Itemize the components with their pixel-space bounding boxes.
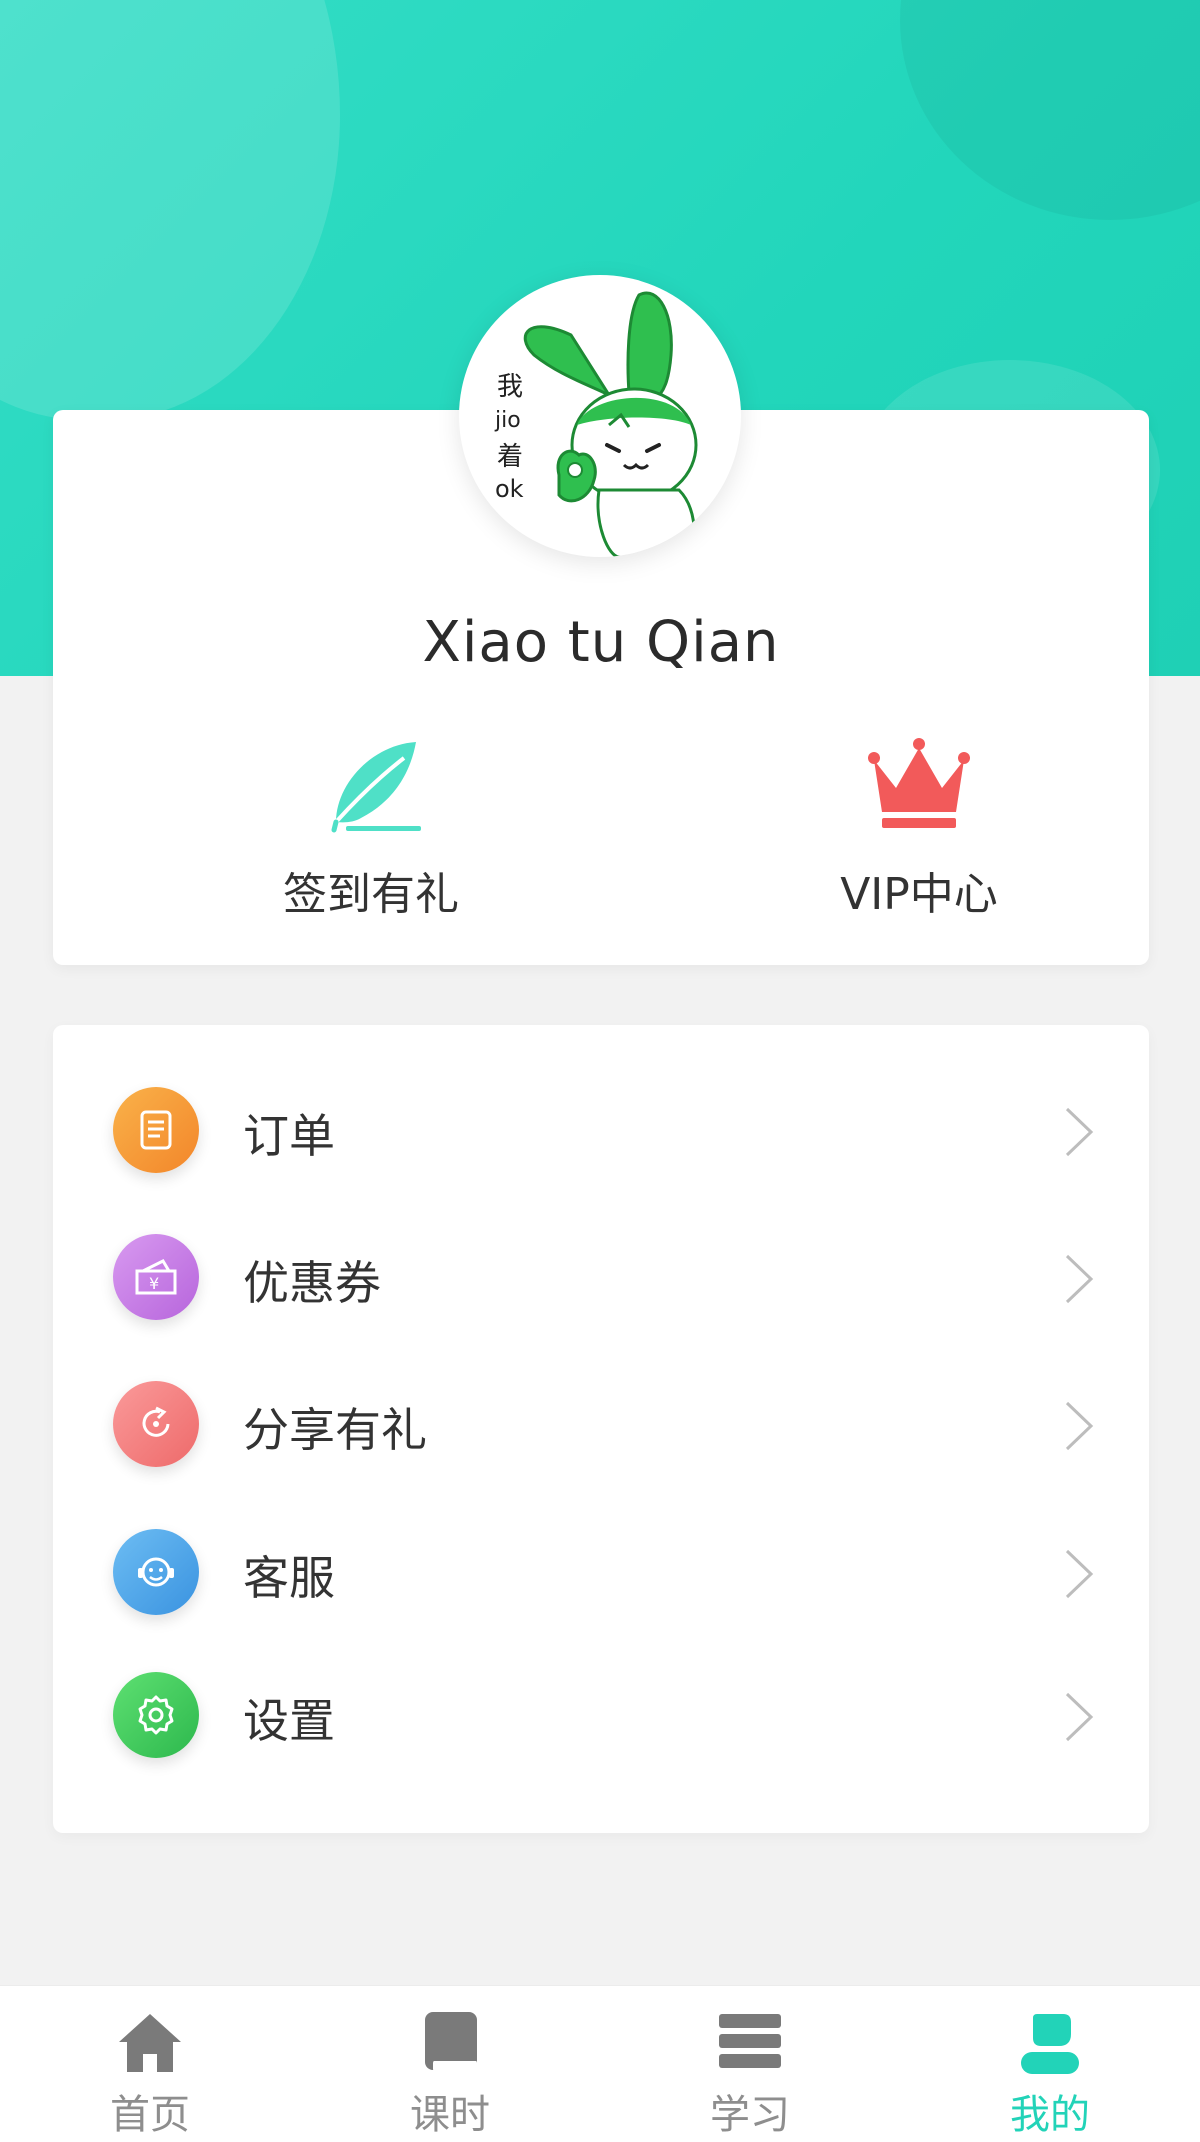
home-icon bbox=[119, 2014, 181, 2072]
chevron-right-icon bbox=[1065, 1254, 1094, 1304]
tab-label: 首页 bbox=[110, 2092, 190, 2138]
tab-study[interactable]: 学习 bbox=[600, 1986, 900, 2142]
book-icon bbox=[425, 2012, 477, 2072]
svg-text:¥: ¥ bbox=[149, 1274, 159, 1293]
tab-label: 我的 bbox=[1010, 2092, 1090, 2138]
vip-center-label: VIP中心 bbox=[840, 869, 998, 920]
chevron-right-icon bbox=[1065, 1107, 1094, 1157]
tab-home[interactable]: 首页 bbox=[0, 1986, 300, 2142]
tab-label: 课时 bbox=[410, 2092, 490, 2138]
tab-label: 学习 bbox=[710, 2092, 790, 2138]
share-icon bbox=[113, 1381, 199, 1467]
customer-service-icon bbox=[113, 1529, 199, 1615]
decorative-blob bbox=[900, 0, 1200, 220]
avatar-text-1: 我 bbox=[497, 372, 523, 402]
username: Xiao tu Qian bbox=[422, 610, 780, 675]
menu-item-coupons[interactable]: ¥ 优惠券 bbox=[53, 1212, 1149, 1342]
menu-item-label: 优惠券 bbox=[243, 1256, 381, 1310]
menu-item-label: 订单 bbox=[243, 1109, 335, 1163]
menu-item-label: 分享有礼 bbox=[243, 1403, 427, 1457]
decorative-blob bbox=[0, 0, 340, 420]
avatar[interactable]: 我 jio 着 ok bbox=[459, 275, 741, 557]
user-icon bbox=[1021, 2014, 1079, 2074]
tab-lessons[interactable]: 课时 bbox=[300, 1986, 600, 2142]
bunny-ok-avatar-icon: 我 jio 着 ok bbox=[494, 291, 698, 557]
checkin-reward-label: 签到有礼 bbox=[283, 869, 459, 920]
menu-list: 订单 ¥ 优惠券 分享有礼 客服 设置 bbox=[53, 1025, 1149, 1833]
order-document-icon bbox=[113, 1087, 199, 1173]
checkin-reward-button[interactable]: 签到有礼 bbox=[241, 730, 501, 922]
menu-item-orders[interactable]: 订单 bbox=[53, 1065, 1149, 1195]
feather-icon bbox=[331, 742, 421, 833]
stack-icon bbox=[719, 2014, 781, 2068]
menu-item-label: 设置 bbox=[243, 1694, 335, 1748]
vip-center-button[interactable]: VIP中心 bbox=[789, 730, 1049, 922]
chevron-right-icon bbox=[1065, 1401, 1094, 1451]
chevron-right-icon bbox=[1065, 1692, 1094, 1742]
coupon-icon: ¥ bbox=[113, 1234, 199, 1320]
crown-icon bbox=[868, 738, 970, 828]
menu-item-label: 客服 bbox=[243, 1551, 335, 1605]
avatar-text-3: 着 bbox=[497, 442, 523, 472]
menu-item-settings[interactable]: 设置 bbox=[53, 1650, 1149, 1780]
chevron-right-icon bbox=[1065, 1549, 1094, 1599]
bottom-tab-bar: 首页 课时 学习 我的 bbox=[0, 1985, 1200, 2142]
avatar-text-2: jio bbox=[494, 408, 521, 433]
avatar-text-4: ok bbox=[495, 475, 524, 503]
menu-item-share-reward[interactable]: 分享有礼 bbox=[53, 1359, 1149, 1489]
menu-item-customer-service[interactable]: 客服 bbox=[53, 1507, 1149, 1637]
tab-mine[interactable]: 我的 bbox=[900, 1986, 1200, 2142]
settings-gear-icon bbox=[113, 1672, 199, 1758]
